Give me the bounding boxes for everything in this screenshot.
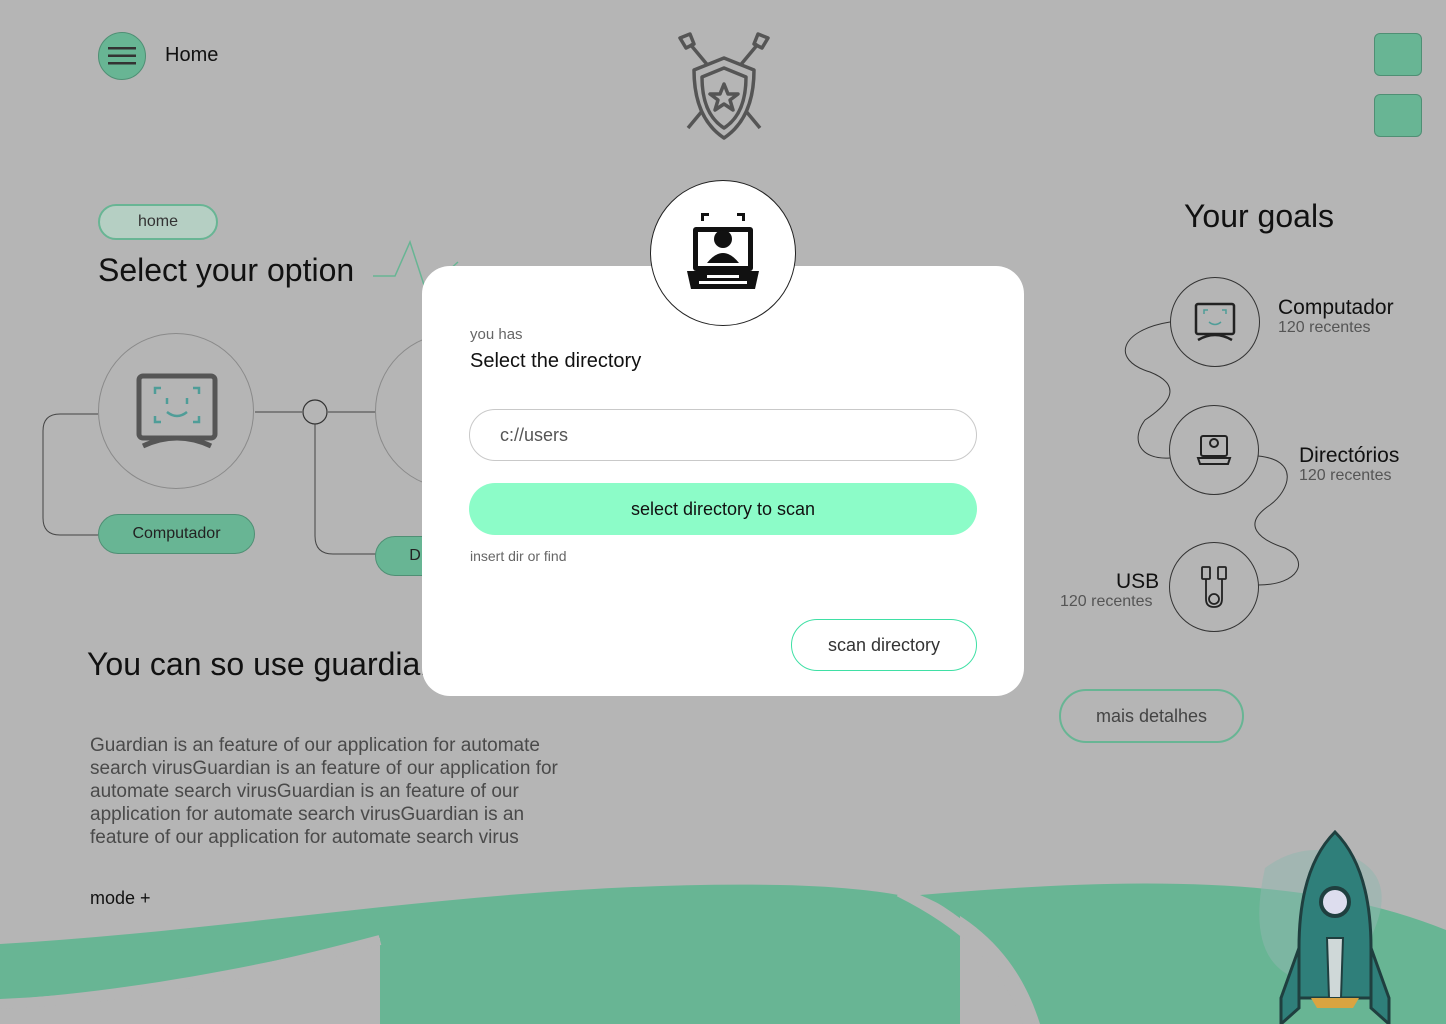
goal-directorios-name: Directórios <box>1299 444 1400 467</box>
select-directory-button[interactable]: select directory to scan <box>469 483 977 535</box>
description-text: Guardian is an feature of our applicatio… <box>90 735 558 848</box>
monitor-smile-icon <box>136 373 218 449</box>
option-computador-tile[interactable] <box>98 333 254 489</box>
rocket-illustration <box>1259 829 1391 1024</box>
more-link[interactable]: mode + <box>90 888 151 909</box>
goal-computador-circle[interactable] <box>1170 277 1260 367</box>
laptop-user-icon <box>687 213 759 289</box>
shield-swords-icon <box>678 32 770 140</box>
goal-computador-name: Computador <box>1278 296 1394 319</box>
goal-directorios-circle[interactable] <box>1169 405 1259 495</box>
laptop-icon <box>1196 435 1232 465</box>
page-title: Home <box>165 44 219 66</box>
scan-directory-button[interactable]: scan directory <box>791 619 977 671</box>
hamburger-icon <box>108 47 136 65</box>
goal-usb-count: 120 recentes <box>1060 593 1153 610</box>
modal-title: Select the directory <box>470 350 642 372</box>
option-computador-button[interactable]: Computador <box>98 514 255 554</box>
details-button[interactable]: mais detalhes <box>1059 689 1244 743</box>
use-heading: You can so use guardian <box>87 646 439 682</box>
goals-title: Your goals <box>1184 198 1335 234</box>
directory-input[interactable]: c://users <box>469 409 977 461</box>
monitor-icon <box>1194 302 1236 342</box>
option-directory-label: D <box>409 547 421 564</box>
goal-directorios-count: 120 recentes <box>1299 467 1392 484</box>
goal-computador-count: 120 recentes <box>1278 319 1371 336</box>
input-hint: insert dir or find <box>470 548 567 564</box>
section-heading: Select your option <box>98 252 355 288</box>
goal-usb-circle[interactable] <box>1169 542 1259 632</box>
usb-cable-icon <box>1201 566 1227 608</box>
menu-button[interactable] <box>98 32 146 80</box>
top-right-button-2[interactable] <box>1374 94 1422 137</box>
modal-subtitle: you has <box>470 326 523 343</box>
breadcrumb-home[interactable]: home <box>98 204 218 240</box>
top-right-button-1[interactable] <box>1374 33 1422 76</box>
modal-badge <box>650 180 796 326</box>
goal-usb-name: USB <box>1116 570 1160 593</box>
